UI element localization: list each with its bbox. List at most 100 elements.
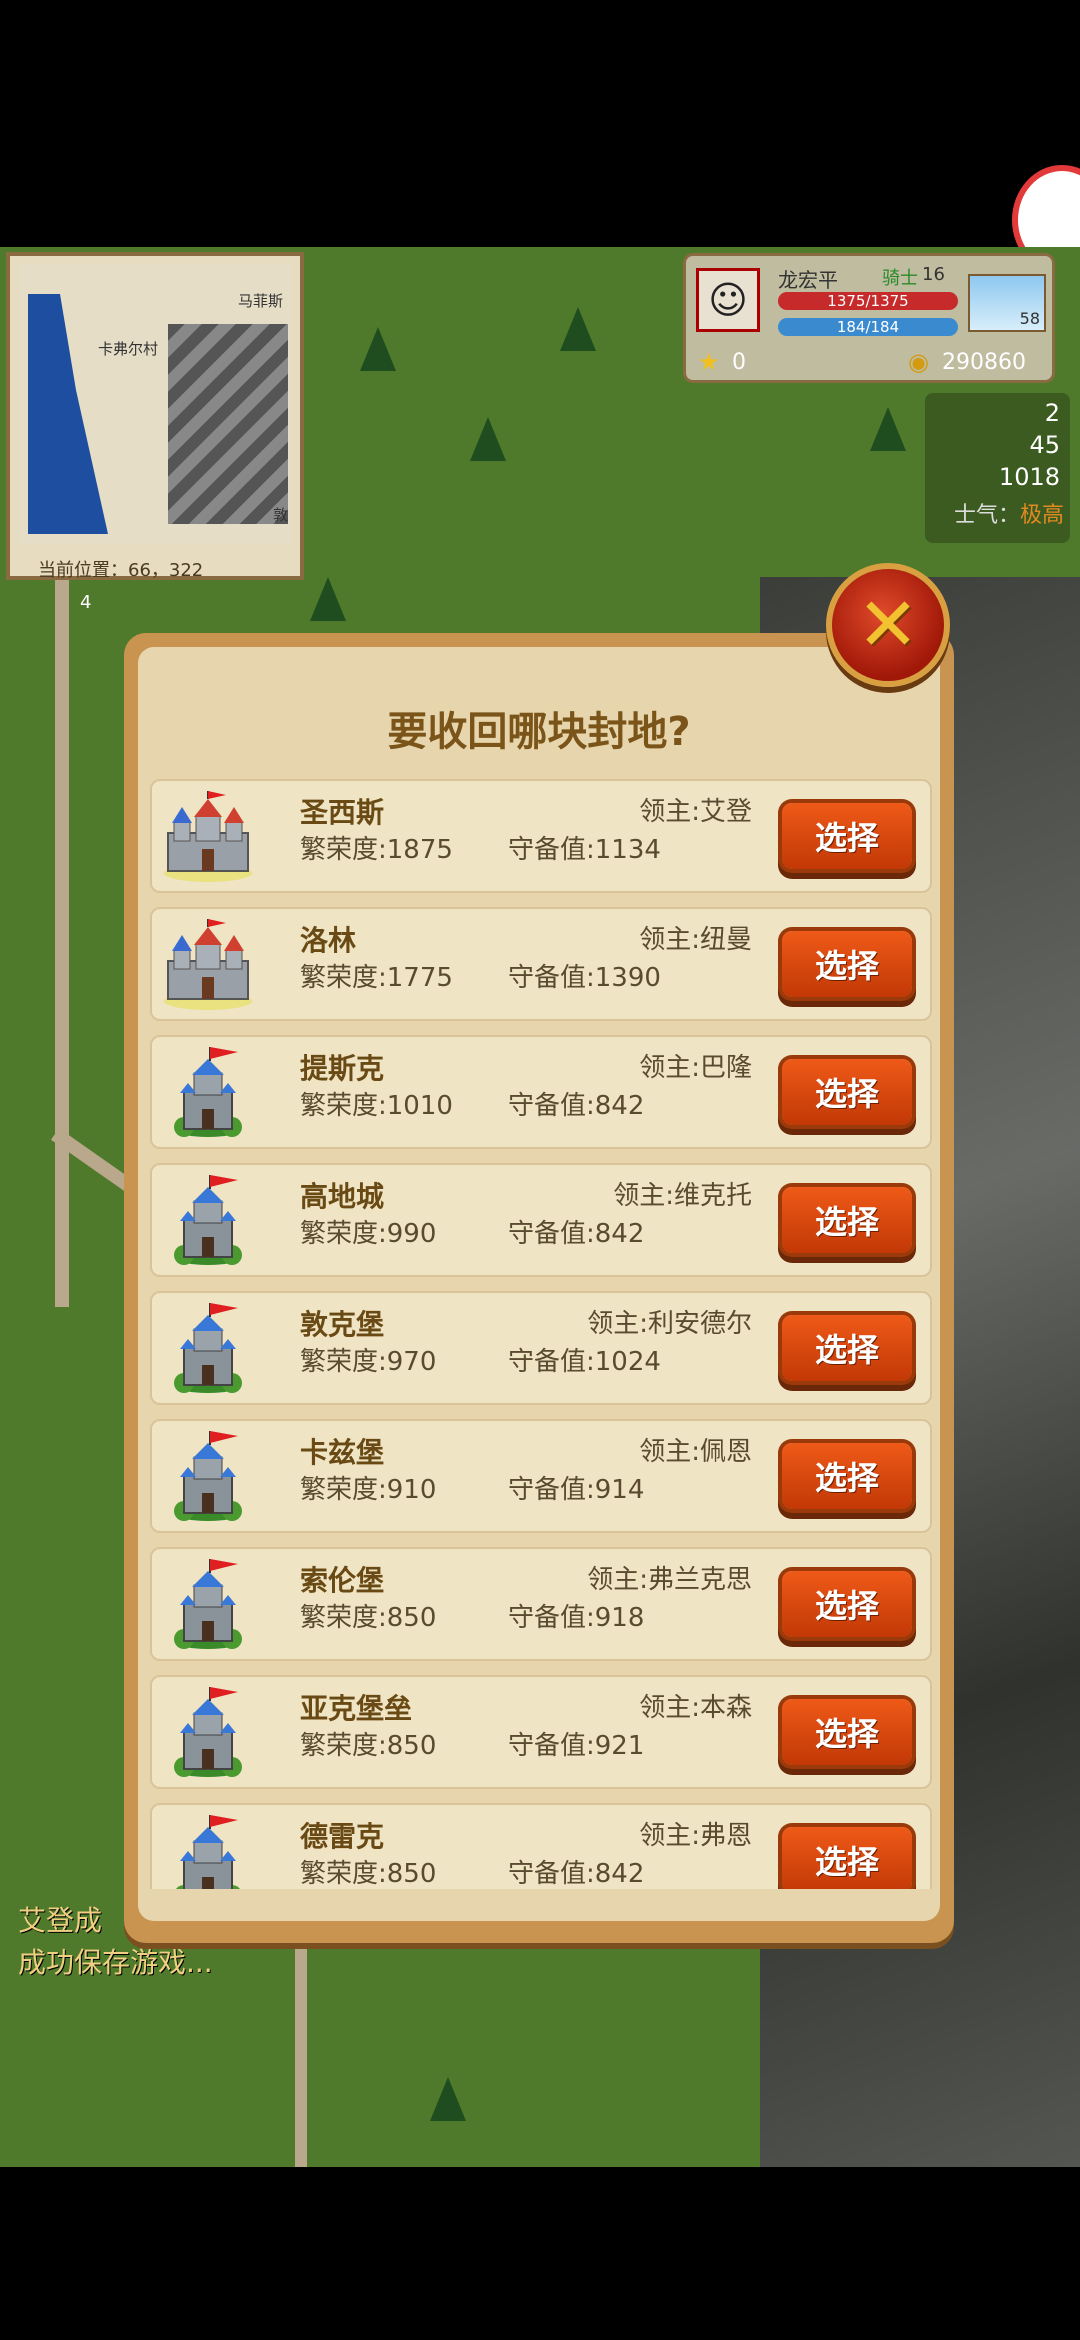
fief-name: 高地城 xyxy=(300,1180,385,1213)
fief-list[interactable]: 圣西斯 领主:艾登 繁荣度:1875 守备值:1134 选择 洛林 领主:纽曼 繁荣度:177… xyxy=(150,779,932,1889)
select-button[interactable]: 选择 xyxy=(782,1059,912,1125)
player-name: 龙宏平 xyxy=(778,268,838,292)
fief-row: 高地城 领主:维克托 繁荣度:990 守备值:842 选择 xyxy=(150,1163,932,1277)
minimap-town-label: 马菲斯 xyxy=(238,292,284,310)
fief-defense: 守备值:921 xyxy=(508,1731,645,1761)
fief-defense: 守备值:1134 xyxy=(508,835,661,865)
fief-lord: 领主:维克托 xyxy=(613,1181,752,1211)
player-avatar[interactable]: ☺ xyxy=(696,268,760,332)
fief-name: 圣西斯 xyxy=(300,796,385,829)
fief-name: 敦克堡 xyxy=(300,1308,385,1341)
castle-tower-icon xyxy=(160,1559,256,1651)
castle-tower-icon xyxy=(160,1047,256,1139)
resource-1: 2 xyxy=(1044,399,1060,427)
gold-count: 290860 xyxy=(942,350,1026,375)
fief-row: 提斯克 领主:巴隆繁荣度:1010 守备值:842 选择 xyxy=(150,1035,932,1149)
dialog-body: 要收回哪块封地? 圣西斯 领主:艾登 繁荣度:1875 守备值:1134 选择 洛林 领主:… xyxy=(138,647,940,1921)
dialog-title: 要收回哪块封地? xyxy=(387,709,691,755)
fief-name: 提斯克 xyxy=(300,1052,385,1085)
fief-row: 卡兹堡 领主:佩恩 繁荣度:910 守备值:914 选择 xyxy=(150,1419,932,1533)
fief-name: 索伦堡 xyxy=(300,1564,385,1597)
minimap[interactable]: 卡弗尔村 马菲斯 敦 当前位置：66，322 xyxy=(6,252,304,582)
coin-icon: ◉ xyxy=(908,348,929,376)
close-button[interactable]: ✕ xyxy=(826,563,950,687)
fief-prosperity: 繁荣度:990 xyxy=(300,1219,437,1249)
resource-3: 1018 xyxy=(998,463,1060,491)
morale-label: 士气： xyxy=(953,503,1020,528)
minimap-view: 卡弗尔村 马菲斯 敦 xyxy=(18,264,292,544)
fief-prosperity: 繁荣度:970 xyxy=(300,1347,437,1377)
fief-lord: 领主:利安德尔 xyxy=(587,1309,752,1339)
fief-row: 敦克堡 领主:利安德尔繁荣度:970 守备值:1024 选择 xyxy=(150,1291,932,1405)
castle-tower-icon xyxy=(160,1431,256,1523)
select-button[interactable]: 选择 xyxy=(782,1315,912,1381)
tree-icon xyxy=(360,327,396,371)
select-button[interactable]: 选择 xyxy=(782,1699,912,1765)
player-hud[interactable]: ☺ 龙宏平 骑士 16 1375/1375 184/184 58 ★ 0 ◉ 2… xyxy=(683,253,1055,383)
minimap-village-label: 卡弗尔村 xyxy=(98,340,159,358)
castle-large-icon xyxy=(160,791,256,883)
fief-lord: 领主:本森 xyxy=(639,1693,752,1723)
fief-lord: 领主:弗恩 xyxy=(639,1821,752,1851)
morale-value: 极高 xyxy=(1019,503,1064,528)
player-level: 16 xyxy=(922,264,945,285)
tree-icon xyxy=(560,307,596,351)
hp-bar: 1375/1375 xyxy=(778,292,958,310)
log-line: 成功保存游戏... xyxy=(18,1946,213,1979)
fief-row: 德雷克 领主:弗恩繁荣度:850 守备值:842 选择 xyxy=(150,1803,932,1889)
fief-name: 亚克堡垒 xyxy=(300,1692,413,1725)
fief-lord: 领主:艾登 xyxy=(639,797,752,827)
castle-tower-icon xyxy=(160,1815,256,1889)
fief-prosperity: 繁荣度:910 xyxy=(300,1475,437,1505)
tree-icon xyxy=(430,2077,466,2121)
mp-bar: 184/184 xyxy=(778,318,958,336)
select-button[interactable]: 选择 xyxy=(782,1571,912,1637)
fief-defense: 守备值:1390 xyxy=(508,963,661,993)
minimap-side-label: 敦 xyxy=(273,506,289,524)
select-button[interactable]: 选择 xyxy=(782,1827,912,1889)
fief-row: 亚克堡垒 领主:本森繁荣度:850 守备值:921 选择 xyxy=(150,1675,932,1789)
tree-icon xyxy=(470,417,506,461)
map-marker-number: 4 xyxy=(80,592,92,613)
minimap-mountains xyxy=(168,324,288,524)
fief-defense: 守备值:842 xyxy=(508,1091,645,1121)
fief-prosperity: 繁荣度:850 xyxy=(300,1731,437,1761)
select-button[interactable]: 选择 xyxy=(782,803,912,869)
position-value: 66，322 xyxy=(128,560,204,581)
fief-lord: 领主:弗兰克思 xyxy=(587,1565,752,1595)
morale: 士气：极高 xyxy=(954,497,1064,529)
star-count: 0 xyxy=(732,350,746,375)
fief-prosperity: 繁荣度:1775 xyxy=(300,963,453,993)
fief-prosperity: 繁荣度:850 xyxy=(300,1859,437,1889)
select-button[interactable]: 选择 xyxy=(782,931,912,997)
castle-tower-icon xyxy=(160,1303,256,1395)
close-icon: ✕ xyxy=(856,582,919,668)
star-icon: ★ xyxy=(698,348,720,376)
fief-row: 圣西斯 领主:艾登繁荣度:1875 守备值:1134 选择 xyxy=(150,779,932,893)
fief-defense: 守备值:918 xyxy=(508,1603,645,1633)
fief-lord: 领主:佩恩 xyxy=(639,1437,752,1467)
minimap-water xyxy=(28,294,108,534)
fief-prosperity: 繁荣度:1010 xyxy=(300,1091,453,1121)
fief-lord: 领主:巴隆 xyxy=(639,1053,752,1083)
fief-prosperity: 繁荣度:850 xyxy=(300,1603,437,1633)
castle-large-icon xyxy=(160,919,256,1011)
resource-2: 45 xyxy=(1029,431,1060,459)
select-button[interactable]: 选择 xyxy=(782,1443,912,1509)
tree-icon xyxy=(870,407,906,451)
castle-tower-icon xyxy=(160,1175,256,1267)
fief-name: 洛林 xyxy=(300,924,357,957)
current-position: 当前位置：66，322 xyxy=(38,556,203,582)
fief-row: 索伦堡 领主:弗兰克思繁荣度:850 守备值:918 选择 xyxy=(150,1547,932,1661)
revoke-fief-dialog: 要收回哪块封地? 圣西斯 领主:艾登 繁荣度:1875 守备值:1134 选择 洛林 领主:… xyxy=(124,633,954,1943)
fief-defense: 守备值:1024 xyxy=(508,1347,661,1377)
fief-defense: 守备值:842 xyxy=(508,1859,645,1889)
fief-name: 德雷克 xyxy=(300,1820,385,1853)
player-role: 骑士 xyxy=(882,268,918,289)
resource-panel: 2 45 1018 士气：极高 xyxy=(925,393,1070,543)
weather-icon[interactable]: 58 xyxy=(968,274,1046,332)
fief-defense: 守备值:914 xyxy=(508,1475,645,1505)
tree-icon xyxy=(310,577,346,621)
fief-prosperity: 繁荣度:1875 xyxy=(300,835,453,865)
select-button[interactable]: 选择 xyxy=(782,1187,912,1253)
